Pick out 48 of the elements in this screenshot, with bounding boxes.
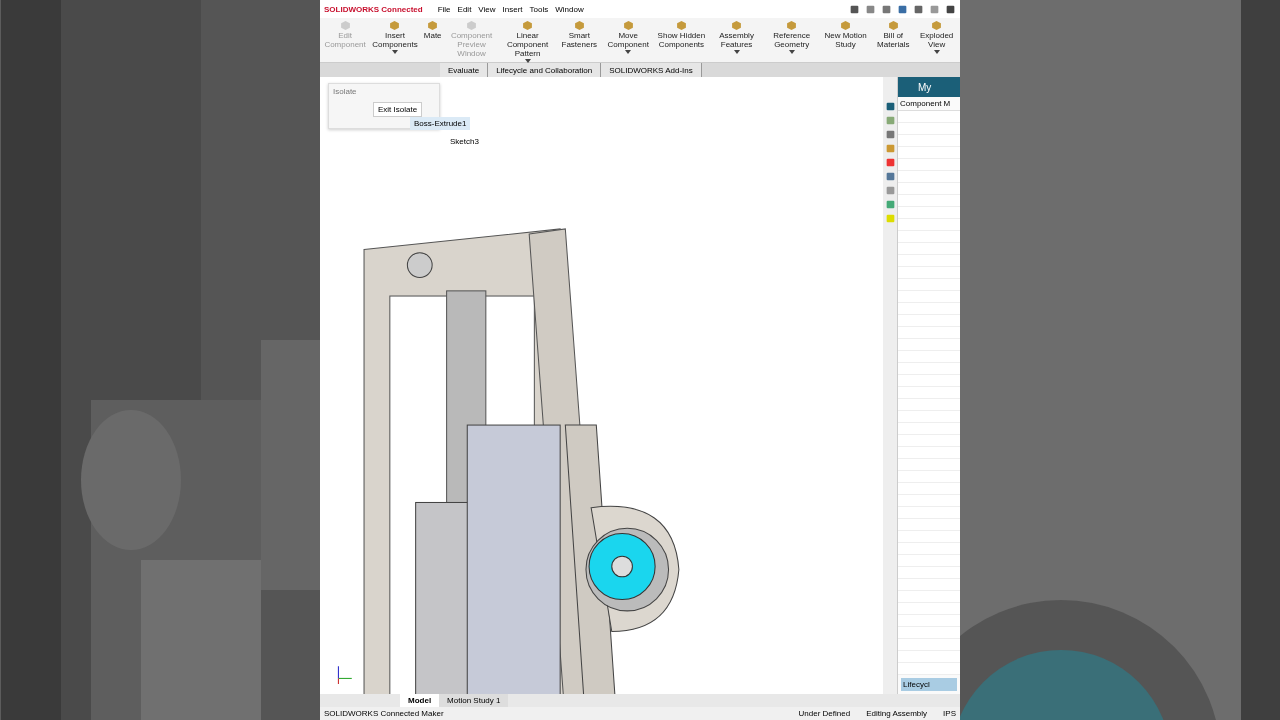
breadcrumb-item[interactable]: Sketch3 (450, 137, 479, 146)
ribbon-button[interactable]: Bill of Materials (871, 18, 916, 51)
hexagon-icon (427, 20, 439, 31)
tab-icon[interactable] (884, 171, 896, 182)
hexagon-icon (522, 20, 534, 31)
menu-item[interactable]: View (478, 4, 496, 14)
ribbon-button[interactable]: New Motion Study (819, 18, 872, 51)
tab-icon[interactable] (884, 129, 896, 140)
ribbon-button[interactable]: Mate (421, 18, 444, 42)
bottom-tab[interactable]: Model (400, 694, 440, 707)
menu-item[interactable]: Edit (457, 4, 472, 14)
breadcrumb-item[interactable]: Boss-Extrude1 (410, 117, 471, 130)
app-logo: SOLIDWORKS Connected (324, 4, 423, 14)
hexagon-icon (622, 20, 634, 31)
ribbon-button[interactable]: Assembly Features (709, 18, 764, 56)
ribbon-button[interactable]: Linear Component Pattern (499, 18, 556, 65)
ribbon-button[interactable]: Show Hidden Components (653, 18, 710, 51)
status-text: Under Defined (798, 709, 851, 718)
ribbon-button[interactable]: Move Component (603, 18, 654, 56)
command-tab[interactable]: Lifecycle and Collaboration (488, 63, 602, 77)
hexagon-icon (931, 20, 943, 31)
hexagon-icon (840, 20, 852, 31)
command-tab[interactable]: Evaluate (440, 63, 489, 77)
hexagon-icon (731, 20, 743, 31)
hexagon-icon (887, 20, 899, 31)
hexagon-icon (573, 20, 585, 31)
ribbon-button[interactable]: Smart Fasteners (555, 18, 603, 51)
ribbon-button[interactable]: Reference Geometry (763, 18, 820, 56)
task-pane-tab[interactable]: Lifecycl (901, 678, 957, 691)
status-text: SOLIDWORKS Connected Maker (324, 709, 444, 718)
command-tab[interactable]: SOLIDWORKS Add-Ins (601, 63, 702, 77)
status-text: IPS (943, 709, 956, 718)
task-pane-title: My (898, 77, 960, 97)
bottom-tab[interactable]: Motion Study 1 (439, 694, 509, 707)
menu-item[interactable]: File (437, 4, 451, 14)
menu-item[interactable]: Window (555, 4, 584, 14)
hexagon-icon (786, 20, 798, 31)
status-text: Editing Assembly (866, 709, 928, 718)
ribbon-button[interactable]: Exploded View (915, 18, 958, 56)
menu-item[interactable]: Tools (529, 4, 549, 14)
menu-item[interactable]: Insert (502, 4, 523, 14)
exit-isolate-button[interactable]: Exit Isolate (373, 102, 423, 117)
ribbon-button[interactable]: Insert Components (368, 18, 422, 56)
popup-title: Isolate (333, 87, 357, 96)
hexagon-icon (389, 20, 401, 31)
tab-icon[interactable] (884, 101, 896, 112)
hexagon-icon (675, 20, 687, 31)
tab-icon[interactable] (884, 157, 896, 168)
